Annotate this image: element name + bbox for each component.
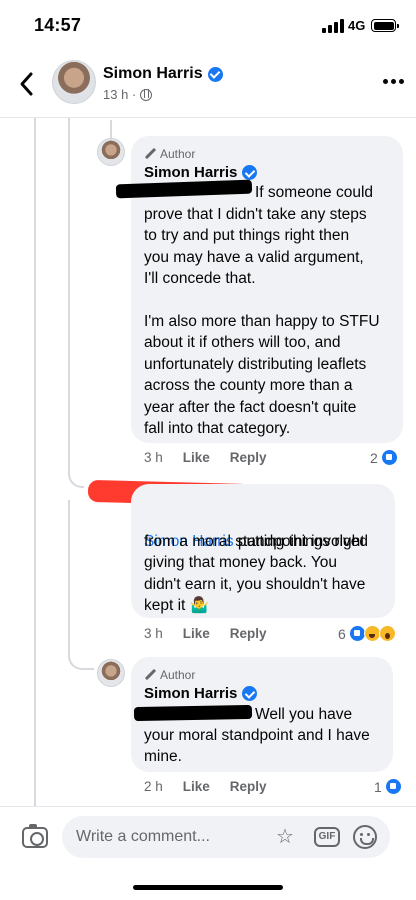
reply-button[interactable]: Reply: [230, 450, 267, 465]
comment-composer: Write a comment... ☆ GIF: [0, 806, 416, 900]
comment-time: 3 h: [144, 626, 163, 641]
wow-reaction-icon: [378, 625, 396, 642]
author-badge-label: Author: [160, 668, 196, 682]
thread-line: [34, 118, 36, 808]
comment-author-text: Simon Harris: [144, 164, 238, 181]
thread-line: [68, 500, 70, 650]
like-button[interactable]: Like: [183, 779, 210, 794]
reaction-summary[interactable]: 6: [338, 625, 396, 642]
like-reaction-icon: [380, 449, 398, 466]
network-type: 4G: [348, 18, 366, 33]
like-button[interactable]: Like: [183, 626, 210, 641]
header-avatar[interactable]: [52, 60, 96, 104]
back-chevron-icon[interactable]: [17, 71, 37, 97]
header-profile-name[interactable]: Simon Harris: [103, 65, 223, 83]
comment-time: 2 h: [144, 779, 163, 794]
comment-actions: 3 h Like Reply: [144, 450, 267, 465]
comment-text: your moral standpoint and I have mine.: [144, 727, 370, 766]
redaction-mark: [133, 704, 253, 722]
thread-connector: [68, 650, 94, 670]
comment-actions: 3 h Like Reply: [144, 626, 267, 641]
reply-button[interactable]: Reply: [230, 626, 267, 641]
reply-button[interactable]: Reply: [230, 779, 267, 794]
comment-avatar[interactable]: [97, 659, 125, 687]
comment-text: from a moral standpoint involved giving …: [144, 533, 369, 615]
reaction-count: 6: [338, 625, 346, 642]
comment-text-lead: If someone could: [255, 184, 374, 201]
reaction-summary[interactable]: 2: [370, 449, 398, 466]
battery-icon: [371, 19, 399, 32]
status-bar: 14:57 4G: [0, 0, 416, 52]
like-button[interactable]: Like: [183, 450, 210, 465]
post-timestamp: 13 h ·: [103, 87, 137, 102]
more-options-icon[interactable]: [383, 79, 404, 84]
like-reaction-icon: [384, 778, 402, 795]
comment-time: 3 h: [144, 450, 163, 465]
thread-connector: [68, 468, 84, 488]
comment-author-name[interactable]: Simon Harris: [144, 164, 258, 181]
post-meta: 13 h ·: [103, 87, 153, 102]
post-header: Simon Harris 13 h ·: [0, 52, 416, 116]
thread-line: [68, 118, 70, 468]
sticker-icon[interactable]: ☆: [276, 827, 294, 847]
home-indicator: [133, 885, 283, 890]
author-badge: Author: [144, 668, 195, 682]
comment-author-text: Simon Harris: [144, 685, 238, 702]
camera-icon[interactable]: [22, 824, 48, 848]
reaction-summary[interactable]: 1: [374, 778, 402, 795]
author-badge-label: Author: [160, 147, 196, 161]
comment-text-lead: Well you have: [255, 706, 353, 723]
comment-input[interactable]: Write a comment... ☆ GIF: [62, 816, 390, 858]
reaction-count: 1: [374, 778, 382, 795]
comment-input-placeholder: Write a comment...: [76, 828, 210, 845]
globe-icon: [140, 88, 153, 101]
cellular-signal-icon: [322, 19, 344, 33]
verified-badge-icon: [242, 165, 258, 180]
pencil-icon: [144, 669, 156, 681]
thread-line: [110, 120, 112, 140]
reaction-count: 2: [370, 449, 378, 466]
gif-icon[interactable]: GIF: [314, 827, 340, 847]
comment-actions: 2 h Like Reply: [144, 779, 267, 794]
header-name-text: Simon Harris: [103, 65, 203, 82]
comment-author-name[interactable]: Simon Harris: [144, 685, 258, 702]
verified-badge-icon: [242, 686, 258, 701]
pencil-icon: [144, 148, 156, 160]
comment-text: prove that I didn't take any steps to tr…: [144, 206, 380, 438]
author-badge: Author: [144, 147, 195, 161]
verified-badge-icon: [207, 66, 223, 82]
header-divider: [0, 117, 416, 118]
comment-avatar[interactable]: [97, 138, 125, 166]
status-time: 14:57: [34, 15, 82, 35]
emoji-icon[interactable]: [353, 825, 377, 849]
